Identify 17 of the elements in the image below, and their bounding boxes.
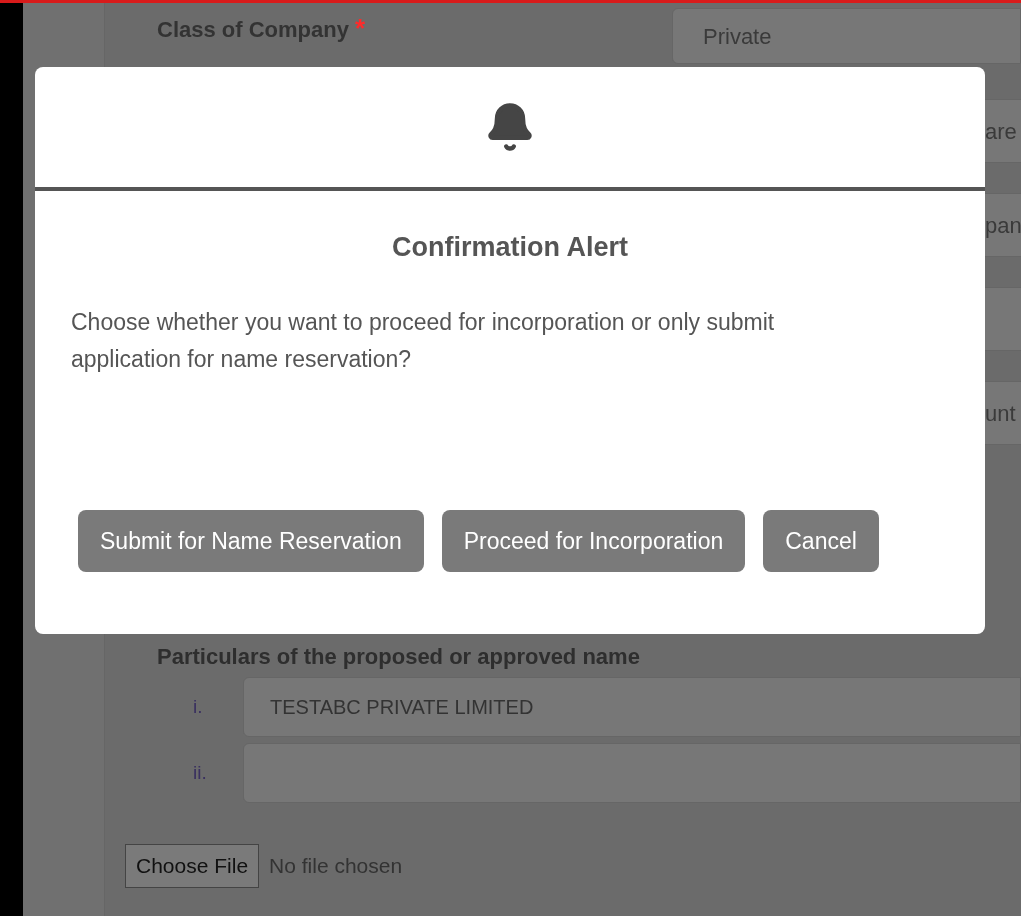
required-mark: * <box>355 13 366 43</box>
dialog-button[interactable]: Proceed for Incorporation <box>441 510 746 572</box>
file-status: No file chosen <box>269 853 403 880</box>
dialog-title: Confirmation Alert <box>391 231 629 264</box>
section-heading: Particulars of the proposed or approved name <box>156 646 641 668</box>
select-field[interactable]: Private <box>672 8 1021 64</box>
dialog-button[interactable]: Submit for Name Reservation <box>78 510 424 572</box>
choose-file-button[interactable]: Choose File <box>125 844 260 888</box>
input-field[interactable]: unt <box>985 381 1021 445</box>
dialog-button[interactable]: Cancel <box>763 510 879 572</box>
input-field[interactable]: TESTABC PRIVATE LIMITED <box>243 677 1021 737</box>
input-field[interactable]: are <box>985 99 1021 163</box>
row-index: i. <box>192 694 204 719</box>
input-field[interactable]: pan <box>985 193 1021 257</box>
dialog-message: Choose whether you want to proceed for incorporation or only submit application for name reservation? <box>71 307 776 374</box>
field-label: Class of Company <box>157 17 349 42</box>
row-index: ii. <box>192 760 208 785</box>
